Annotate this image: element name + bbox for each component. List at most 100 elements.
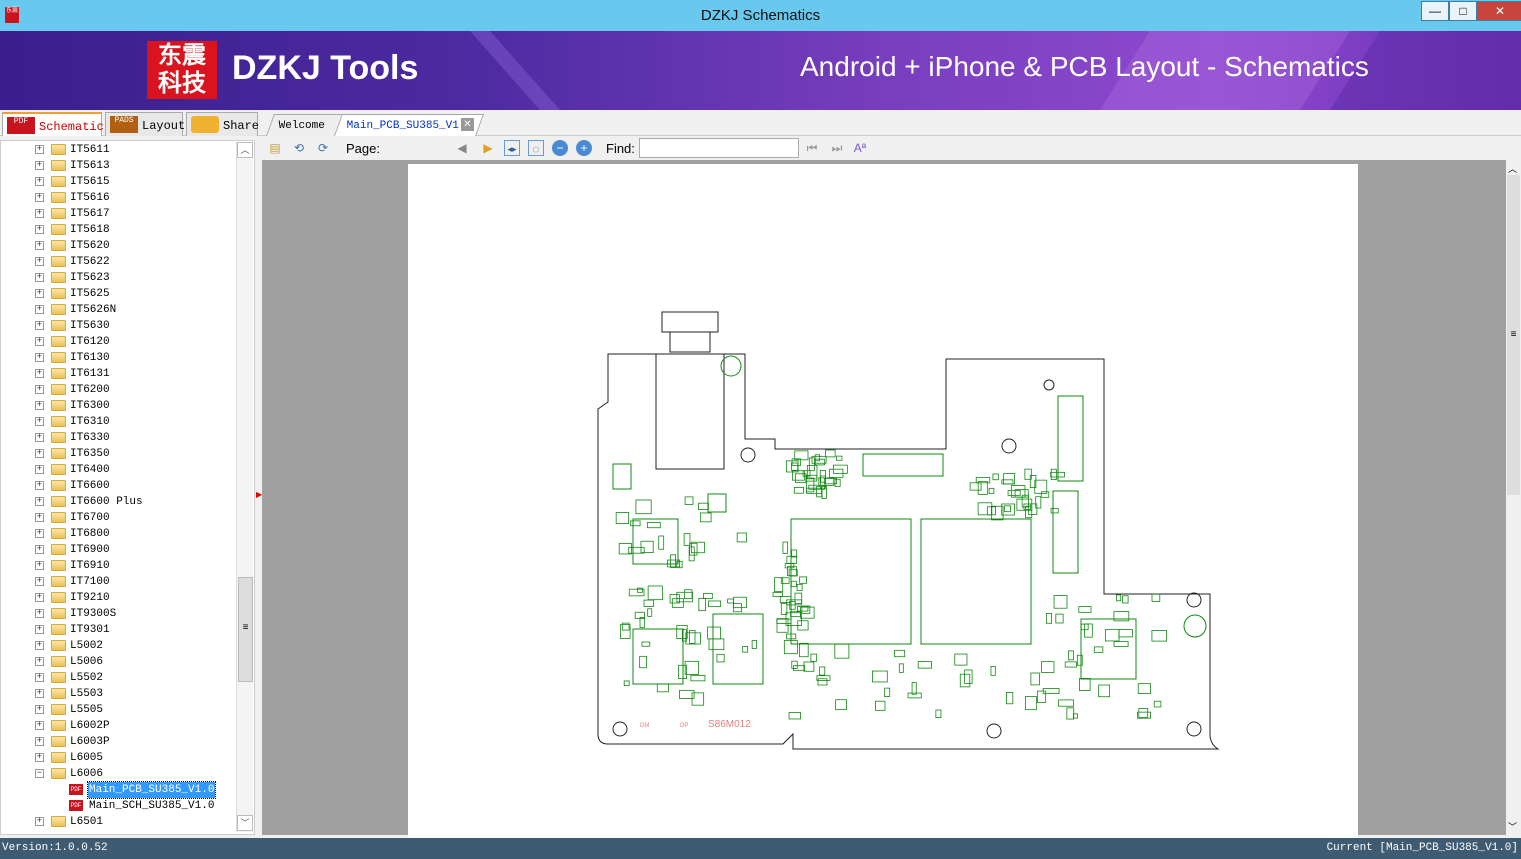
pdf-page[interactable]: S86M012 DM DP	[408, 164, 1358, 839]
expand-icon[interactable]: +	[35, 177, 44, 186]
expand-icon[interactable]: +	[35, 305, 44, 314]
expand-icon[interactable]: +	[35, 593, 44, 602]
next-page-icon[interactable]: ▶	[480, 140, 496, 156]
tab-share[interactable]: Share	[186, 112, 259, 136]
rotate-right-icon[interactable]: ⟳	[315, 140, 331, 156]
tree-folder[interactable]: + IT5617	[1, 206, 237, 222]
tree-folder[interactable]: + IT6350	[1, 446, 237, 462]
scroll-up-button[interactable]: ︿	[1508, 162, 1517, 175]
viewer-scrollbar[interactable]: ︿ ≡ ﹀	[1506, 160, 1521, 835]
expand-icon[interactable]: +	[35, 385, 44, 394]
expand-icon[interactable]: +	[35, 241, 44, 250]
expand-icon[interactable]: +	[35, 481, 44, 490]
match-case-icon[interactable]: Aª	[852, 140, 868, 156]
expand-icon[interactable]: +	[35, 497, 44, 506]
tree-folder[interactable]: + IT5611	[1, 142, 237, 158]
tree-folder[interactable]: + L6005	[1, 750, 237, 766]
tree-folder[interactable]: + IT6330	[1, 430, 237, 446]
tree-folder[interactable]: + IT6800	[1, 526, 237, 542]
expand-icon[interactable]: +	[35, 721, 44, 730]
expand-icon[interactable]: +	[35, 433, 44, 442]
close-tab-icon[interactable]: ✕	[461, 118, 474, 131]
find-previous-icon[interactable]: ⏮	[804, 140, 820, 156]
tree-folder[interactable]: + L5502	[1, 670, 237, 686]
expand-icon[interactable]: +	[35, 689, 44, 698]
tab-layout[interactable]: PADS Layout	[105, 112, 185, 136]
expand-icon[interactable]: +	[35, 145, 44, 154]
expand-icon[interactable]: +	[35, 657, 44, 666]
expand-icon[interactable]: +	[35, 625, 44, 634]
tree-folder[interactable]: + IT6910	[1, 558, 237, 574]
expand-icon[interactable]: +	[35, 561, 44, 570]
tree-folder[interactable]: + IT6600 Plus	[1, 494, 237, 510]
scroll-down-button[interactable]: ﹀	[237, 815, 253, 831]
expand-icon[interactable]: +	[35, 289, 44, 298]
expand-icon[interactable]: +	[35, 737, 44, 746]
tree-folder[interactable]: + IT5616	[1, 190, 237, 206]
tree-folder[interactable]: + L6501	[1, 814, 237, 830]
scroll-down-button[interactable]: ﹀	[1508, 820, 1517, 833]
scroll-thumb[interactable]: ≡	[1507, 175, 1520, 495]
find-next-icon[interactable]: ⏭	[829, 140, 845, 156]
tab-schematic[interactable]: PDF Schematic	[2, 112, 104, 136]
tree-folder[interactable]: + IT5618	[1, 222, 237, 238]
tree-folder[interactable]: + IT7100	[1, 574, 237, 590]
expand-icon[interactable]: +	[35, 753, 44, 762]
tree-folder[interactable]: + IT6400	[1, 462, 237, 478]
tree-folder[interactable]: + L6002P	[1, 718, 237, 734]
tree-folder[interactable]: + IT5615	[1, 174, 237, 190]
tree-folder[interactable]: + IT6200	[1, 382, 237, 398]
maximize-button[interactable]: □	[1449, 1, 1477, 21]
tree-folder[interactable]: + IT9300S	[1, 606, 237, 622]
tree-folder[interactable]: + L6003P	[1, 734, 237, 750]
expand-icon[interactable]: +	[35, 257, 44, 266]
zoom-in-icon[interactable]: +	[576, 140, 592, 156]
zoom-out-icon[interactable]: −	[552, 140, 568, 156]
tree-folder[interactable]: + IT5620	[1, 238, 237, 254]
tree-folder[interactable]: − L6006	[1, 766, 237, 782]
tree-folder[interactable]: + L5006	[1, 654, 237, 670]
expand-icon[interactable]: +	[35, 705, 44, 714]
tab-welcome[interactable]: Welcome	[265, 114, 345, 136]
fit-width-icon[interactable]: ◂▸	[504, 140, 520, 156]
tree-folder[interactable]: + L5505	[1, 702, 237, 718]
expand-icon[interactable]: +	[35, 673, 44, 682]
expand-icon[interactable]: +	[35, 321, 44, 330]
open-document-icon[interactable]: ▤	[267, 140, 283, 156]
tree-folder[interactable]: + IT9301	[1, 622, 237, 638]
expand-icon[interactable]: +	[35, 577, 44, 586]
tree-folder[interactable]: + L5503	[1, 686, 237, 702]
tree-folder[interactable]: + IT6310	[1, 414, 237, 430]
tree-folder[interactable]: + L5002	[1, 638, 237, 654]
expand-icon[interactable]: +	[35, 817, 44, 826]
tree-scrollbar[interactable]: ︿ ≡ ﹀	[236, 142, 253, 832]
expand-icon[interactable]: +	[35, 465, 44, 474]
expand-icon[interactable]: +	[35, 449, 44, 458]
tree-folder[interactable]: + IT6700	[1, 510, 237, 526]
tree-folder[interactable]: + IT6600	[1, 478, 237, 494]
tree-folder[interactable]: + IT5625	[1, 286, 237, 302]
minimize-button[interactable]: —	[1421, 1, 1449, 21]
expand-icon[interactable]: +	[35, 401, 44, 410]
rotate-left-icon[interactable]: ⟲	[291, 140, 307, 156]
expand-icon[interactable]: +	[35, 209, 44, 218]
expand-icon[interactable]: +	[35, 513, 44, 522]
expand-icon[interactable]: +	[35, 225, 44, 234]
expand-icon[interactable]: +	[35, 609, 44, 618]
scroll-thumb[interactable]: ≡	[238, 577, 253, 682]
expand-icon[interactable]: +	[35, 545, 44, 554]
tree-folder[interactable]: + IT6131	[1, 366, 237, 382]
prev-page-icon[interactable]: ◀	[454, 140, 470, 156]
expand-icon[interactable]: +	[35, 641, 44, 650]
panel-splitter[interactable]: ▶	[255, 140, 262, 835]
tree-folder[interactable]: + IT6300	[1, 398, 237, 414]
expand-icon[interactable]: +	[35, 193, 44, 202]
tree-folder[interactable]: + IT6120	[1, 334, 237, 350]
tree-file[interactable]: PDF Main_PCB_SU385_V1.0	[1, 781, 237, 799]
tree-folder[interactable]: + IT5613	[1, 158, 237, 174]
tree-folder[interactable]: + IT5622	[1, 254, 237, 270]
expand-icon[interactable]: +	[35, 529, 44, 538]
expand-icon[interactable]: +	[35, 161, 44, 170]
tree-folder[interactable]: + IT6900	[1, 542, 237, 558]
collapse-icon[interactable]: −	[35, 769, 44, 778]
